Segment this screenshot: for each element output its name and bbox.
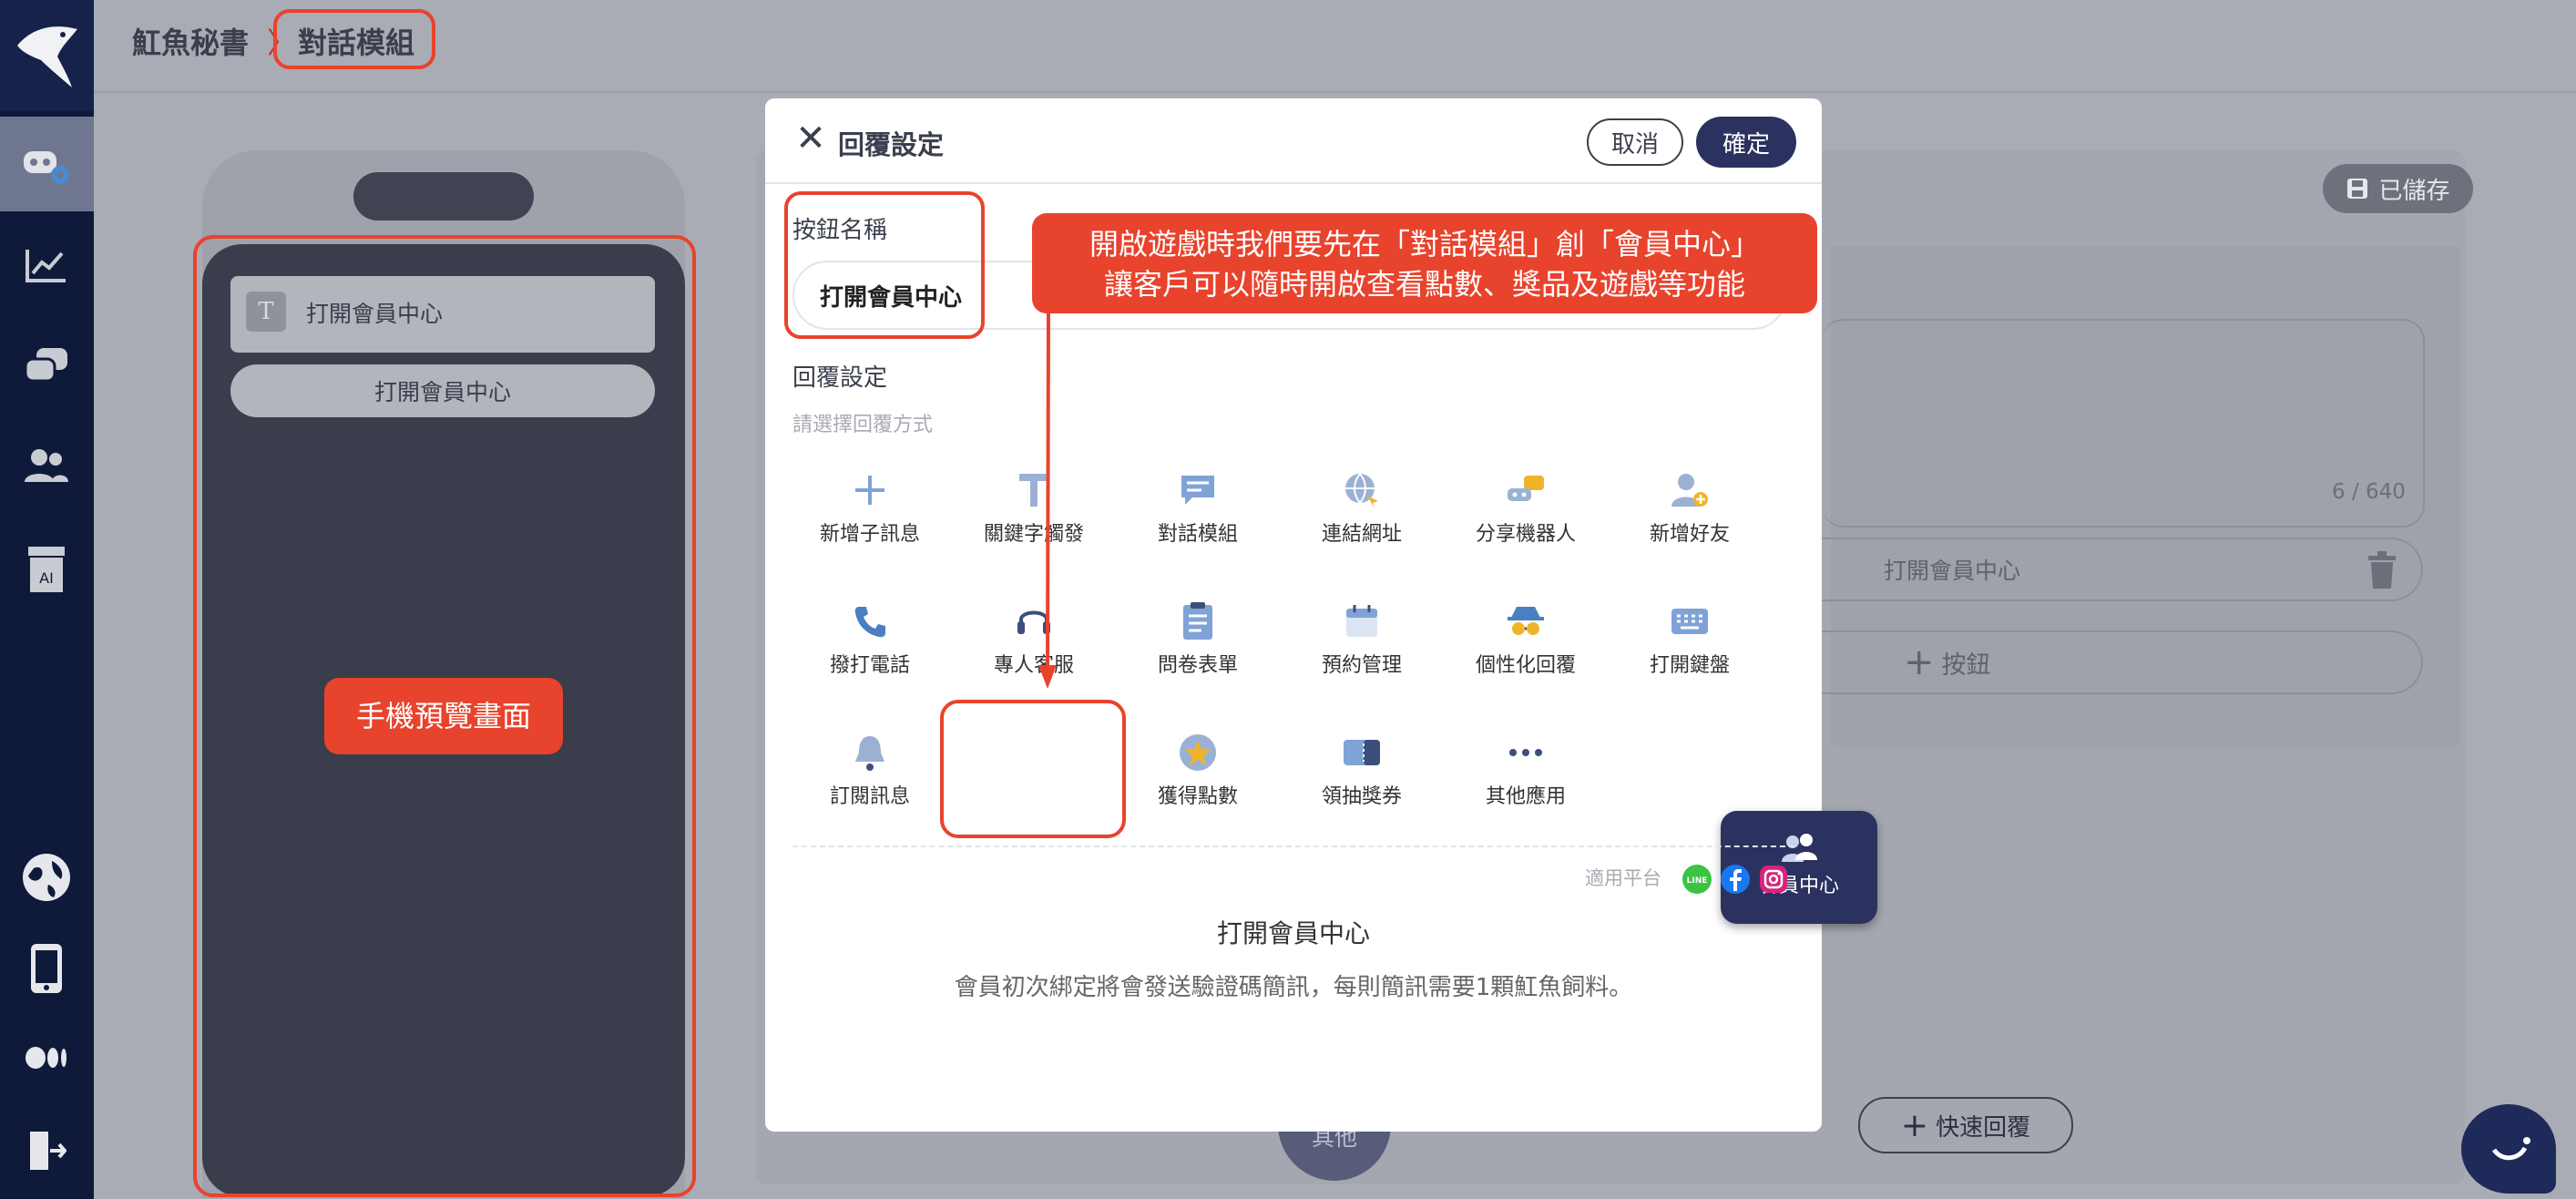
option-subscribe-message[interactable]: 訂閱訊息 [797,727,943,836]
plus-icon: + [1900,1106,1929,1144]
form-icon [1183,602,1212,640]
plus-icon: + [1904,641,1935,683]
option-add-friend[interactable]: 新增好友 [1617,465,1763,574]
option-survey-form[interactable]: 問卷表單 [1125,596,1271,705]
calendar-icon [1346,605,1377,637]
chat-bubbles-icon[interactable] [15,333,78,397]
option-earn-points[interactable]: 獲得點數 [1125,727,1271,836]
editor-button-text: 打開會員中心 [1884,558,2021,584]
top-bar: 魟魚秘書 〉 對話模組 [94,0,2576,93]
members-icon [1782,834,1817,862]
keyboard-icon [1671,609,1708,634]
options-divider [792,845,1794,847]
globe-link-icon [1345,473,1378,508]
annotation-member-center-highlight [940,700,1126,838]
annotation-breadcrumb-highlight [273,9,435,69]
editor-button-row[interactable]: 打開會員中心 [1822,538,2423,601]
option-booking[interactable]: 預約管理 [1289,596,1435,705]
editor-add-button-row[interactable]: + 按鈕 [1822,630,2423,694]
quick-reply-button[interactable]: + 快速回覆 [1858,1097,2073,1153]
phone-notch [353,172,534,220]
instagram-icon [1760,866,1787,893]
sidebar: AI [0,0,94,1199]
option-other-apps[interactable]: 其他應用 [1453,727,1599,836]
add-button-label: 按鈕 [1941,651,1991,680]
logout-icon[interactable] [15,1119,78,1183]
modal-title: 回覆設定 [838,129,945,160]
annotation-phone-preview-label: 手機預覽畫面 [324,678,563,754]
reply-settings-label: 回覆設定 [792,364,888,392]
globe-icon[interactable] [15,845,78,909]
annotation-name-highlight [784,191,985,339]
close-icon[interactable]: ✕ [791,118,831,159]
option-personalized-reply[interactable]: 個性化回覆 [1453,596,1599,705]
confirm-button[interactable]: 確定 [1696,117,1796,168]
annotation-arrow [1038,311,1057,689]
add-friend-icon [1671,474,1708,507]
spy-icon [1508,607,1544,635]
chat-module-icon [1181,476,1214,505]
share-bot-icon [1508,476,1544,501]
annotation-callout: 開啟遊戲時我們要先在「對話模組」創「會員中心」 讓客戶可以隨時開啟查看點數、獎品… [1032,213,1817,313]
option-dialog-module[interactable]: 對話模組 [1125,465,1271,574]
cancel-button[interactable]: 取消 [1587,118,1683,166]
detail-description: 會員初次綁定將會發送驗證碼簡訊，每則簡訊需要1顆魟魚飼料。 [954,974,1633,1001]
ticket-icon [1344,740,1380,765]
platform-label: 適用平台 [1585,867,1661,889]
line-icon: LINE [1682,865,1712,894]
option-share-bot[interactable]: 分享機器人 [1453,465,1599,574]
detail-title: 打開會員中心 [1216,918,1370,948]
saved-label: 已儲存 [2378,177,2450,205]
callout-line-1: 開啟遊戲時我們要先在「對話模組」創「會員中心」 [1089,227,1760,261]
ai-box-icon[interactable]: AI [15,538,78,601]
support-chat-icon[interactable] [2461,1104,2556,1194]
bot-settings-icon[interactable] [15,133,78,197]
quick-reply-label: 快速回覆 [1936,1113,2031,1142]
medium-icon[interactable] [15,1026,78,1090]
saved-badge[interactable]: 已儲存 [2323,164,2473,213]
mobile-icon[interactable] [15,937,78,1000]
option-lottery-ticket[interactable]: 領抽獎券 [1289,727,1435,836]
bell-icon [855,736,884,771]
facebook-icon [1721,865,1750,894]
plus-icon [855,476,884,505]
char-counter: 6 / 640 [2332,480,2406,504]
callout-line-2: 讓客戶可以隨時開啟查看點數、獎品及遊戲等功能 [1103,267,1745,302]
manta-logo[interactable] [0,0,94,111]
option-link-url[interactable]: 連結網址 [1289,465,1435,574]
more-dots-icon [1509,749,1542,756]
option-open-keyboard[interactable]: 打開鍵盤 [1617,596,1763,705]
trash-icon[interactable] [2365,550,2399,590]
star-coin-icon [1180,734,1216,771]
breadcrumb-root[interactable]: 魟魚秘書 [132,20,249,62]
option-add-sub-message[interactable]: 新增子訊息 [797,465,943,574]
option-call-phone[interactable]: 撥打電話 [797,596,943,705]
line-icon-text: LINE [1687,876,1708,886]
save-disk-icon [2347,179,2368,199]
phone-icon [854,607,885,638]
svg-text:AI: AI [39,569,54,587]
reply-method-hint: 請選擇回覆方式 [792,414,934,436]
chart-icon[interactable] [15,233,78,297]
users-icon[interactable] [15,434,78,497]
